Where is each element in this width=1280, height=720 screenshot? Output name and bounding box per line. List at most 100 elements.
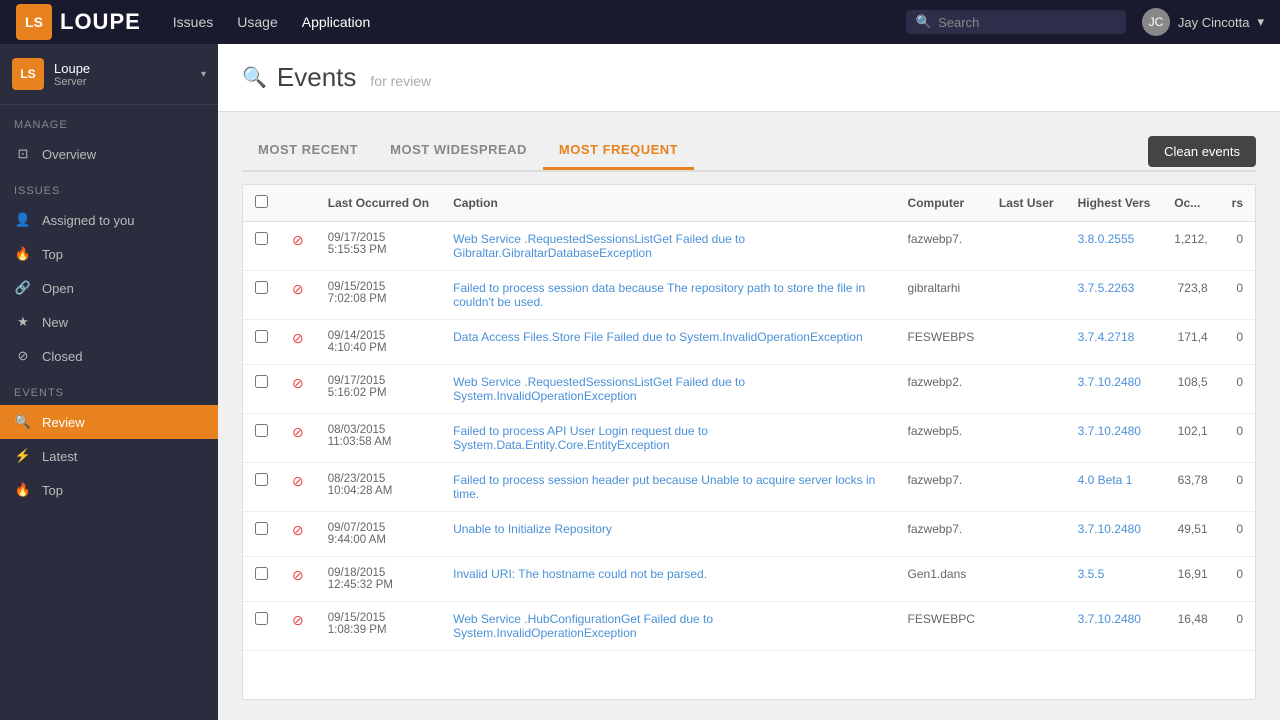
row-rs: 0 (1220, 271, 1255, 320)
row-checkbox[interactable] (255, 567, 268, 580)
row-checkbox[interactable] (255, 232, 268, 245)
row-error-cell: ⊘ (280, 512, 316, 557)
sidebar: LS Loupe Server ▾ MANAGE ⊡ Overview ISSU… (0, 44, 218, 720)
sidebar-item-overview[interactable]: ⊡ Overview (0, 137, 218, 171)
sidebar-item-closed[interactable]: ⊘ Closed (0, 339, 218, 373)
sidebar-item-label: Open (42, 281, 74, 296)
caption-link[interactable]: Failed to process session data because T… (453, 281, 865, 309)
server-name: Loupe (54, 61, 90, 76)
caption-link[interactable]: Failed to process session header put bec… (453, 473, 875, 501)
star-icon: ★ (14, 314, 32, 330)
nav-links: Issues Usage Application (171, 10, 906, 34)
user-menu[interactable]: JC Jay Cincotta ▾ (1142, 8, 1264, 36)
row-checkbox[interactable] (255, 375, 268, 388)
row-caption: Data Access Files.Store File Failed due … (441, 320, 895, 365)
main-body: MOST RECENT MOST WIDESPREAD MOST FREQUEN… (218, 112, 1280, 720)
row-caption: Web Service .HubConfigurationGet Failed … (441, 602, 895, 651)
tab-most-frequent[interactable]: MOST FREQUENT (543, 132, 694, 170)
version-link[interactable]: 3.5.5 (1078, 567, 1105, 581)
row-caption: Failed to process session header put bec… (441, 463, 895, 512)
version-link[interactable]: 3.7.10.2480 (1078, 612, 1141, 626)
logo-icon: LS (16, 4, 52, 40)
logo[interactable]: LS LOUPE (16, 4, 141, 40)
row-computer: fazwebp2. (896, 365, 987, 414)
row-checkbox[interactable] (255, 612, 268, 625)
version-link[interactable]: 4.0 Beta 1 (1078, 473, 1133, 487)
version-link[interactable]: 3.7.10.2480 (1078, 424, 1141, 438)
nav-usage[interactable]: Usage (235, 10, 279, 34)
row-rs: 0 (1220, 557, 1255, 602)
row-user (987, 414, 1066, 463)
row-checkbox-cell (243, 557, 280, 602)
top-nav: LS LOUPE Issues Usage Application 🔍 JC J… (0, 0, 1280, 44)
col-lastuser: Last User (987, 185, 1066, 222)
sidebar-item-assigned[interactable]: 👤 Assigned to you (0, 203, 218, 237)
row-version: 3.7.4.2718 (1066, 320, 1163, 365)
caption-link[interactable]: Web Service .HubConfigurationGet Failed … (453, 612, 713, 640)
select-all-checkbox[interactable] (255, 195, 268, 208)
row-user (987, 222, 1066, 271)
chevron-down-icon: ▾ (201, 69, 206, 80)
table-row: ⊘ 09/15/20151:08:39 PM Web Service .HubC… (243, 602, 1255, 651)
tab-most-widespread[interactable]: MOST WIDESPREAD (374, 132, 543, 170)
caption-link[interactable]: Invalid URI: The hostname could not be p… (453, 567, 707, 581)
col-version: Highest Vers (1066, 185, 1163, 222)
search-input[interactable] (938, 15, 1116, 30)
row-user (987, 602, 1066, 651)
row-checkbox[interactable] (255, 281, 268, 294)
row-version: 4.0 Beta 1 (1066, 463, 1163, 512)
row-rs: 0 (1220, 414, 1255, 463)
caption-link[interactable]: Unable to Initialize Repository (453, 522, 612, 536)
caption-link[interactable]: Web Service .RequestedSessionsListGet Fa… (453, 375, 745, 403)
row-checkbox[interactable] (255, 522, 268, 535)
tabs-bar: MOST RECENT MOST WIDESPREAD MOST FREQUEN… (242, 132, 1256, 172)
events-tbody: ⊘ 09/17/20155:15:53 PM Web Service .Requ… (243, 222, 1255, 651)
search-box[interactable]: 🔍 (906, 10, 1126, 34)
search-icon: 🔍 (242, 65, 267, 90)
row-checkbox[interactable] (255, 330, 268, 343)
row-checkbox[interactable] (255, 424, 268, 437)
row-date: 09/15/20157:02:08 PM (316, 271, 441, 320)
nav-issues[interactable]: Issues (171, 10, 215, 34)
row-error-cell: ⊘ (280, 414, 316, 463)
row-occ: 63,78 (1162, 463, 1219, 512)
error-icon: ⊘ (292, 612, 304, 628)
row-date: 09/17/20155:15:53 PM (316, 222, 441, 271)
version-link[interactable]: 3.7.5.2263 (1078, 281, 1135, 295)
sidebar-item-label: Top (42, 483, 63, 498)
row-checkbox[interactable] (255, 473, 268, 486)
page-title: Events (277, 62, 357, 93)
sidebar-item-top-issues[interactable]: 🔥 Top (0, 237, 218, 271)
caption-link[interactable]: Web Service .RequestedSessionsListGet Fa… (453, 232, 745, 260)
sidebar-item-top-events[interactable]: 🔥 Top (0, 473, 218, 507)
table-row: ⊘ 09/17/20155:16:02 PM Web Service .Requ… (243, 365, 1255, 414)
row-version: 3.7.10.2480 (1066, 512, 1163, 557)
events-section-title: EVENTS (0, 373, 218, 405)
events-table-container[interactable]: Last Occurred On Caption Computer Last U… (242, 184, 1256, 700)
sidebar-item-new[interactable]: ★ New (0, 305, 218, 339)
col-caption: Caption (441, 185, 895, 222)
sidebar-item-review[interactable]: 🔍 Review (0, 405, 218, 439)
row-error-cell: ⊘ (280, 557, 316, 602)
row-occ: 16,48 (1162, 602, 1219, 651)
table-row: ⊘ 09/18/201512:45:32 PM Invalid URI: The… (243, 557, 1255, 602)
flame-icon: 🔥 (14, 482, 32, 498)
tab-most-recent[interactable]: MOST RECENT (242, 132, 374, 170)
sidebar-item-open[interactable]: 🔗 Open (0, 271, 218, 305)
sidebar-item-latest[interactable]: ⚡ Latest (0, 439, 218, 473)
caption-link[interactable]: Data Access Files.Store File Failed due … (453, 330, 863, 344)
server-selector[interactable]: LS Loupe Server ▾ (0, 44, 218, 105)
version-link[interactable]: 3.7.4.2718 (1078, 330, 1135, 344)
version-link[interactable]: 3.7.10.2480 (1078, 522, 1141, 536)
row-error-cell: ⊘ (280, 271, 316, 320)
clean-events-button[interactable]: Clean events (1148, 136, 1256, 167)
version-link[interactable]: 3.7.10.2480 (1078, 375, 1141, 389)
nav-application[interactable]: Application (300, 10, 373, 34)
row-checkbox-cell (243, 463, 280, 512)
flame-icon: 🔥 (14, 246, 32, 262)
version-link[interactable]: 3.8.0.2555 (1078, 232, 1135, 246)
link-icon: 🔗 (14, 280, 32, 296)
caption-link[interactable]: Failed to process API User Login request… (453, 424, 708, 452)
row-user (987, 271, 1066, 320)
row-version: 3.7.10.2480 (1066, 414, 1163, 463)
